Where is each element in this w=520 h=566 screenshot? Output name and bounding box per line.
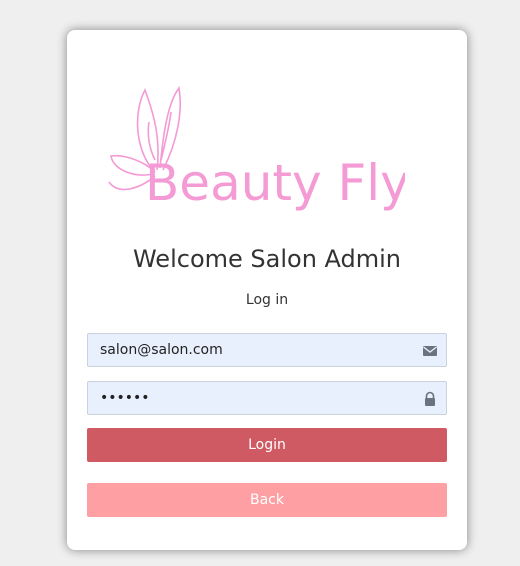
svg-text:Beauty Fly: Beauty Fly [145,154,405,212]
beauty-fly-logo: Beauty Fly [108,86,405,212]
email-field[interactable] [87,333,447,367]
envelope-icon [423,346,437,356]
login-button[interactable]: Login [87,428,447,462]
page-subtitle: Log in [245,292,289,308]
email-input[interactable] [88,334,420,366]
page-title: Welcome Salon Admin [132,245,402,273]
password-field[interactable] [87,381,447,415]
login-card: Beauty Fly Welcome Salon Admin Log in Lo… [67,30,467,550]
password-input[interactable] [88,382,420,414]
lock-icon [425,391,435,406]
back-button[interactable]: Back [87,483,447,517]
